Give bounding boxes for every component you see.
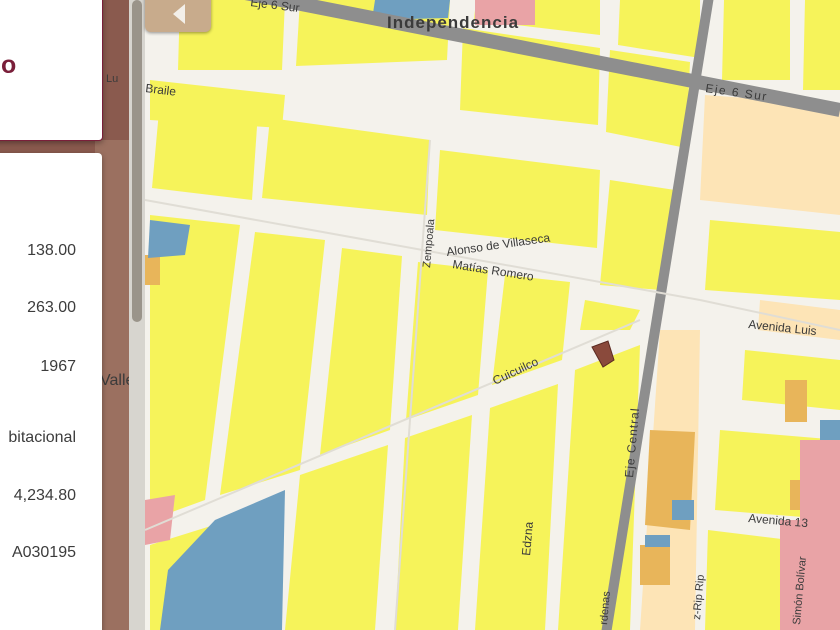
block [152, 100, 258, 200]
property-info-card: 138.00 263.00 1967 bitacional 4,234.80 A… [0, 153, 102, 630]
chevron-left-icon [173, 4, 185, 24]
property-title-card: o [0, 0, 103, 141]
street-label-edzna: Edzna [519, 521, 536, 556]
info-value-year: 1967 [40, 358, 76, 375]
info-value-account: A030195 [11, 544, 76, 561]
map-label-lu: Lu [106, 73, 118, 85]
property-title: o [1, 51, 17, 79]
block [145, 255, 160, 285]
block [148, 220, 190, 258]
info-value-use: bitacional [8, 429, 76, 446]
block [705, 530, 790, 630]
block [785, 380, 807, 422]
neighborhood-label-independencia: Independencia [387, 13, 519, 32]
info-value-2: 263.00 [27, 299, 76, 316]
block [722, 0, 790, 80]
info-value-1: 138.00 [27, 242, 76, 259]
block [705, 220, 840, 300]
back-button[interactable] [145, 0, 211, 32]
block [640, 545, 670, 585]
map-canvas[interactable]: Independencia Eje 6 Sur Eje 6 Sur Braile… [0, 0, 840, 630]
block [672, 500, 694, 520]
map-viewer[interactable]: Independencia Eje 6 Sur Eje 6 Sur Braile… [0, 0, 840, 630]
panel-scrollbar-thumb[interactable] [132, 0, 142, 322]
block [645, 535, 670, 547]
info-value-amount: 4,234.80 [13, 487, 76, 504]
block [803, 0, 840, 90]
block [820, 420, 840, 440]
